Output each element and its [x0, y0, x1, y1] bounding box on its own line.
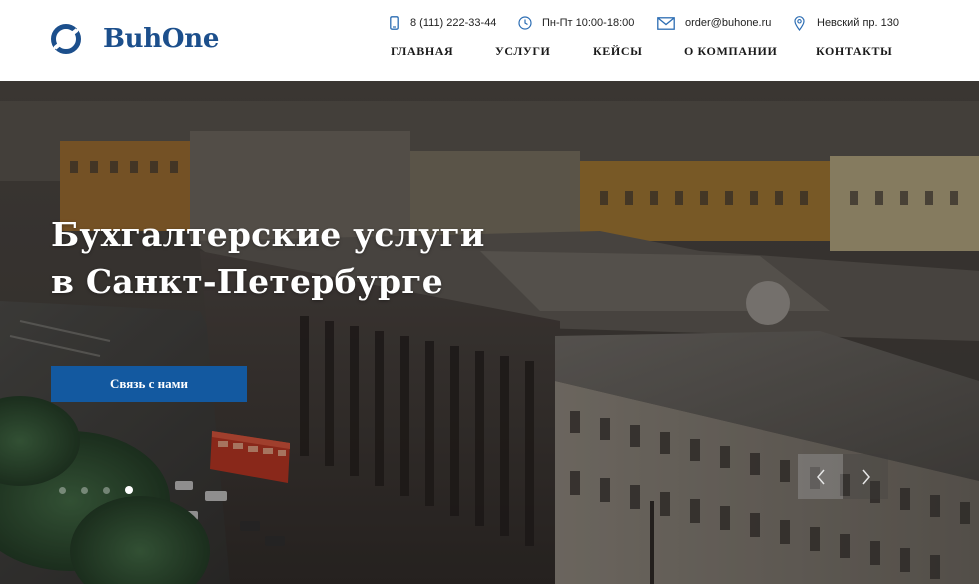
- phone-icon: [390, 16, 399, 30]
- slider-pagination: [59, 486, 148, 495]
- location-pin-icon: [794, 15, 805, 31]
- nav-item-home[interactable]: ГЛАВНАЯ: [391, 44, 453, 59]
- hero-title: Бухгалтерские услуги в Санкт-Петербурге: [51, 211, 571, 305]
- hero-title-line-2: в Санкт-Петербурге: [51, 262, 443, 301]
- slider-dot-4[interactable]: [125, 486, 133, 494]
- hero-slider: Бухгалтерские услуги в Санкт-Петербурге …: [0, 81, 979, 584]
- phone-text: 8 (111) 222-33-44: [410, 17, 497, 29]
- nav-item-services[interactable]: УСЛУГИ: [495, 44, 551, 59]
- nav-item-about[interactable]: О КОМПАНИИ: [684, 44, 777, 59]
- slider-dot-1[interactable]: [59, 487, 66, 494]
- site-header: BuhOne 8 (111) 222-33-44 Пн-Пт 10:00-18:…: [0, 0, 979, 81]
- chevron-left-icon: [816, 469, 825, 484]
- slider-prev-button[interactable]: [798, 454, 843, 499]
- contact-email[interactable]: order@buhone.ru: [657, 14, 771, 32]
- nav-item-contacts[interactable]: КОНТАКТЫ: [816, 44, 892, 59]
- hero-title-line-1: Бухгалтерские услуги: [51, 215, 485, 254]
- brand-logo-icon: [51, 24, 81, 54]
- brand-name: BuhOne: [103, 24, 220, 54]
- chevron-right-icon: [861, 469, 870, 484]
- contact-phone[interactable]: 8 (111) 222-33-44: [390, 14, 496, 32]
- nav-item-cases[interactable]: КЕЙСЫ: [593, 44, 643, 59]
- contact-us-button[interactable]: Связь с нами: [51, 366, 247, 402]
- email-text: order@buhone.ru: [685, 17, 772, 29]
- contact-address: Невский пр. 130: [794, 14, 899, 32]
- slider-next-button[interactable]: [843, 454, 888, 499]
- mail-icon: [657, 16, 675, 30]
- contact-hours: Пн-Пт 10:00-18:00: [518, 14, 634, 32]
- hours-text: Пн-Пт 10:00-18:00: [542, 17, 635, 29]
- slider-dot-2[interactable]: [81, 487, 88, 494]
- logo-link[interactable]: BuhOne: [49, 24, 219, 54]
- slider-dot-3[interactable]: [103, 487, 110, 494]
- clock-icon: [518, 16, 532, 30]
- address-text: Невский пр. 130: [817, 17, 899, 29]
- hero-overlay: [0, 81, 979, 584]
